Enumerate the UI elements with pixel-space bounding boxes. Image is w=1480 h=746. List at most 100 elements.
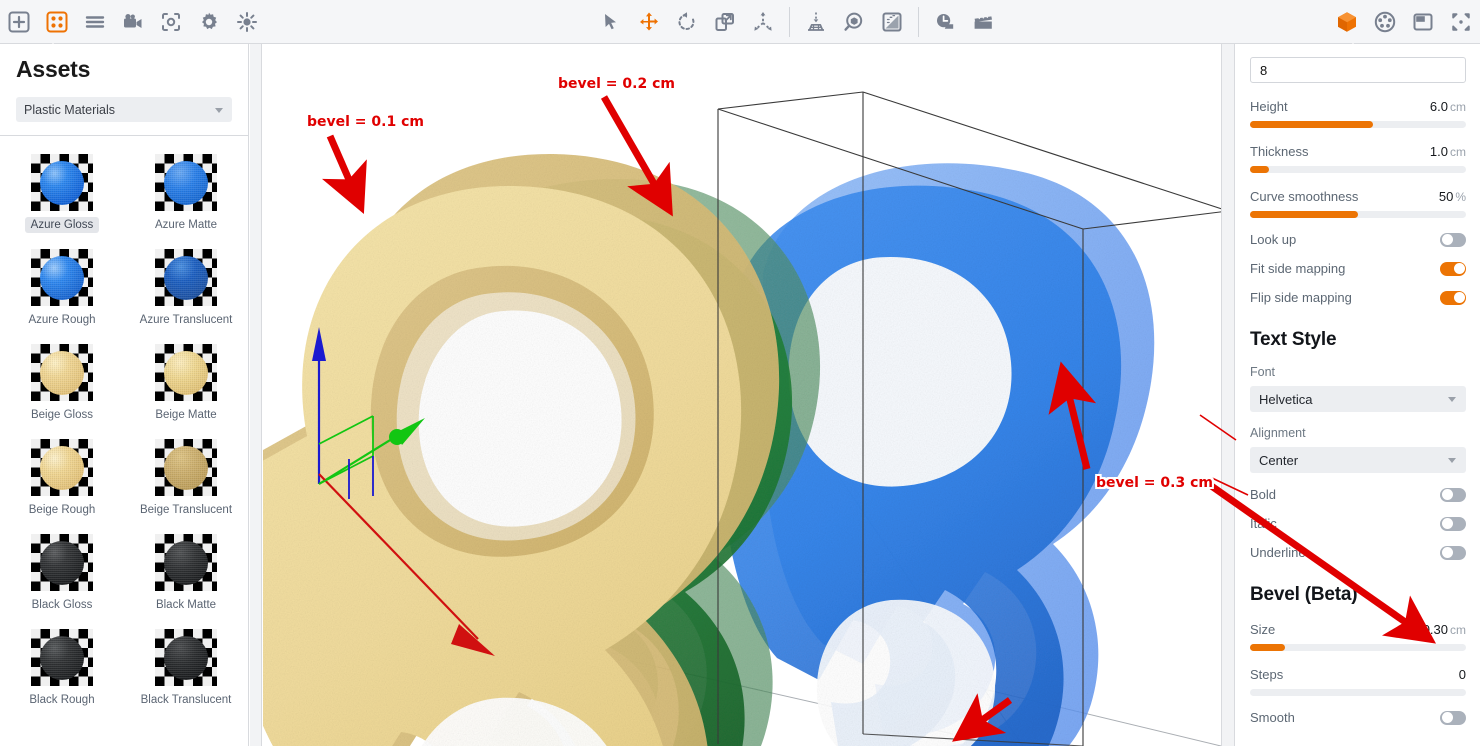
fit-side-mapping-toggle[interactable]: [1440, 261, 1466, 276]
asset-item-azure-rough[interactable]: Azure Rough: [0, 249, 124, 328]
add-icon[interactable]: [4, 7, 34, 37]
texture-icon[interactable]: [877, 7, 907, 37]
alignment-select[interactable]: Center: [1250, 447, 1466, 473]
asset-thumbnail: [31, 439, 93, 496]
print-bed-icon[interactable]: [801, 7, 831, 37]
cursor-select-icon[interactable]: [596, 7, 626, 37]
bold-row: Bold: [1250, 487, 1466, 502]
curve-smoothness-row: Curve smoothness 50%: [1250, 189, 1466, 204]
move-icon[interactable]: [634, 7, 664, 37]
asset-item-azure-gloss[interactable]: Azure Gloss: [0, 154, 124, 233]
thickness-slider-fill: [1250, 166, 1270, 173]
italic-toggle[interactable]: [1440, 516, 1466, 531]
asset-label: Black Translucent: [140, 694, 232, 706]
asset-item-black-rough[interactable]: Black Rough: [0, 629, 124, 708]
sun-icon[interactable]: [232, 7, 262, 37]
bevel-size-slider[interactable]: [1250, 644, 1466, 651]
text-value-input[interactable]: 8: [1250, 57, 1466, 83]
thickness-value: 1.0 cm: [1430, 144, 1466, 159]
thickness-slider[interactable]: [1250, 166, 1466, 173]
bevel-steps-value: 0: [1458, 667, 1466, 682]
underline-toggle[interactable]: [1440, 545, 1466, 560]
sphere-texture-overlay: [40, 160, 84, 205]
layers-icon[interactable]: [80, 7, 110, 37]
bold-label: Bold: [1250, 487, 1277, 502]
sphere-texture-overlay: [164, 255, 208, 300]
bevel-heading: Bevel (Beta): [1250, 584, 1358, 605]
asset-item-beige-translucent[interactable]: Beige Translucent: [124, 439, 248, 518]
gear-icon[interactable]: [194, 7, 224, 37]
bevel-size-value: 0.30 cm: [1423, 622, 1466, 637]
asset-item-azure-translucent[interactable]: Azure Translucent: [124, 249, 248, 328]
sphere-texture-overlay: [164, 540, 208, 585]
asset-item-beige-rough[interactable]: Beige Rough: [0, 439, 124, 518]
font-select[interactable]: Helvetica: [1250, 386, 1466, 412]
wireframe-icon[interactable]: [1370, 7, 1400, 37]
asset-label: Beige Rough: [28, 504, 96, 516]
sidebar-viewport-rail: [250, 44, 262, 746]
asset-item-beige-gloss[interactable]: Beige Gloss: [0, 344, 124, 423]
thickness-label: Thickness: [1250, 144, 1309, 159]
asset-item-azure-matte[interactable]: Azure Matte: [124, 154, 248, 233]
main-toolbar: [0, 0, 1480, 44]
asset-item-black-matte[interactable]: Black Matte: [124, 534, 248, 613]
viewport-3d[interactable]: [263, 44, 1221, 746]
bold-toggle[interactable]: [1440, 487, 1466, 502]
scale-icon[interactable]: [710, 7, 740, 37]
chevron-down-icon: [1448, 458, 1456, 463]
transform-icon[interactable]: [748, 7, 778, 37]
bevel-size-unit: cm: [1450, 623, 1466, 637]
material-sphere-icon: [40, 635, 84, 680]
active-tool-caret-assets: [44, 43, 62, 51]
bevel-steps-label: Steps: [1250, 667, 1284, 682]
bevel-steps-slider[interactable]: [1250, 689, 1466, 696]
fullscreen-icon[interactable]: [1446, 7, 1476, 37]
toolbar-separator-2: [918, 6, 919, 37]
material-sphere-icon: [164, 350, 208, 395]
rotate-icon[interactable]: [672, 7, 702, 37]
underline-label: Underline: [1250, 545, 1306, 560]
bevel-size-row: Size 0.30 cm: [1250, 622, 1466, 637]
curve-smoothness-value: 50%: [1439, 189, 1466, 204]
look-up-row: Look up: [1250, 232, 1466, 247]
flip-side-mapping-toggle[interactable]: [1440, 290, 1466, 305]
material-sphere-icon: [40, 445, 84, 490]
asset-thumbnail: [155, 154, 217, 211]
toolbar-group-transform: [592, 0, 782, 44]
height-slider[interactable]: [1250, 121, 1466, 128]
height-slider-fill: [1250, 121, 1374, 128]
render-time-icon[interactable]: [930, 7, 960, 37]
bevel-smooth-toggle[interactable]: [1440, 710, 1466, 725]
font-value: Helvetica: [1259, 391, 1313, 407]
curve-smoothness-label: Curve smoothness: [1250, 189, 1359, 204]
sphere-texture-overlay: [40, 540, 84, 585]
focus-icon[interactable]: [156, 7, 186, 37]
toolbar-separator-1: [789, 6, 790, 37]
toggle-knob: [1453, 292, 1465, 303]
asset-item-black-translucent[interactable]: Black Translucent: [124, 629, 248, 708]
toggle-knob: [1441, 547, 1453, 558]
inspect-icon[interactable]: [839, 7, 869, 37]
text-style-heading: Text Style: [1250, 329, 1337, 350]
curve-smoothness-slider-fill: [1250, 211, 1358, 218]
asset-item-beige-matte[interactable]: Beige Matte: [124, 344, 248, 423]
bevel-smooth-label: Smooth: [1250, 710, 1295, 725]
material-sphere-icon: [164, 445, 208, 490]
bevel-steps-row: Steps 0: [1250, 667, 1466, 682]
fit-side-mapping-row: Fit side mapping: [1250, 261, 1466, 276]
asset-category-select[interactable]: Plastic Materials: [16, 97, 232, 122]
background-icon[interactable]: [1408, 7, 1438, 37]
clapper-icon[interactable]: [968, 7, 998, 37]
solid-view-icon[interactable]: [1332, 7, 1362, 37]
toggle-knob: [1441, 489, 1453, 500]
look-up-toggle[interactable]: [1440, 232, 1466, 247]
viewport-scene: [263, 44, 1221, 746]
height-unit: cm: [1450, 100, 1466, 114]
look-up-label: Look up: [1250, 232, 1297, 247]
assets-icon[interactable]: [42, 7, 72, 37]
asset-item-black-gloss[interactable]: Black Gloss: [0, 534, 124, 613]
asset-label: Beige Gloss: [30, 409, 93, 421]
curve-smoothness-slider[interactable]: [1250, 211, 1466, 218]
camera-icon[interactable]: [118, 7, 148, 37]
sphere-texture-overlay: [40, 255, 84, 300]
